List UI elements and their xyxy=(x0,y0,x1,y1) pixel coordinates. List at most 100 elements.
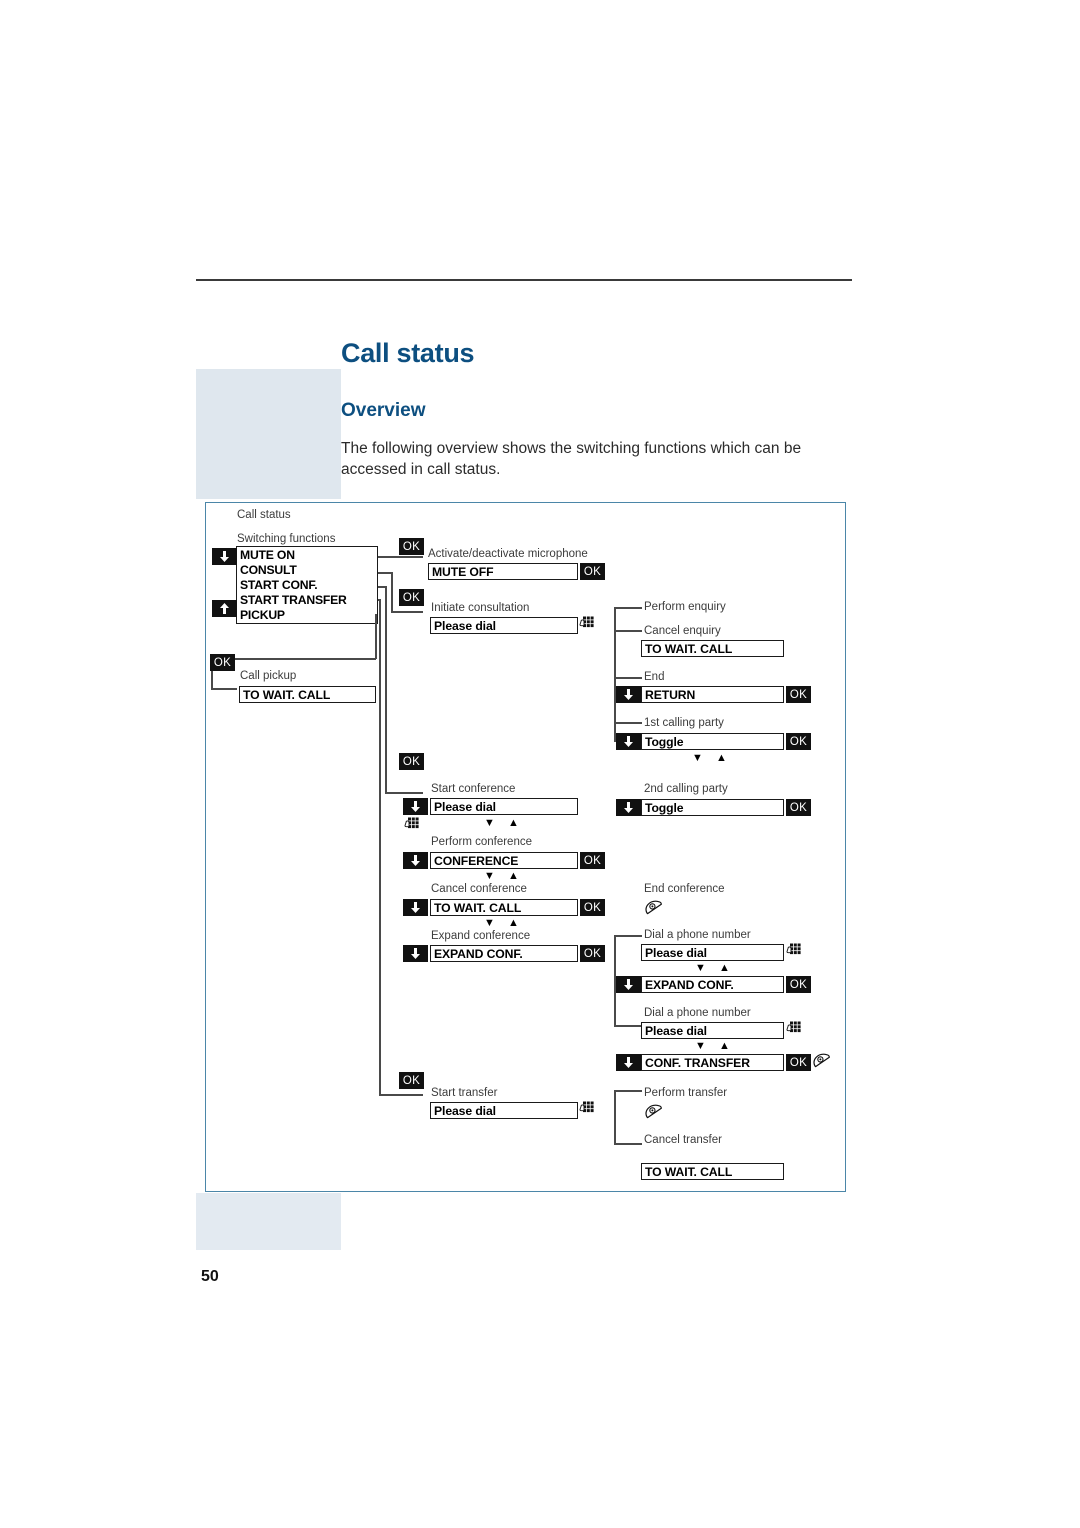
connector xyxy=(614,677,642,679)
down-arrow-key[interactable] xyxy=(616,976,641,993)
start-transfer-caption: Start transfer xyxy=(431,1087,498,1099)
connector xyxy=(614,630,642,632)
menu-item-start-transfer[interactable]: START TRANSFER xyxy=(240,593,377,608)
ok-key[interactable]: OK xyxy=(580,852,605,869)
down-arrow-key[interactable] xyxy=(616,799,641,816)
ok-key[interactable]: OK xyxy=(210,654,235,671)
connector xyxy=(614,722,642,724)
nav-triangles: ▼ ▲ xyxy=(695,962,735,974)
ok-key[interactable]: OK xyxy=(786,686,811,703)
down-arrow-key[interactable] xyxy=(616,1054,641,1071)
connector xyxy=(385,792,423,794)
perform-conference-display: CONFERENCE xyxy=(430,852,578,869)
handset-hangup-icon xyxy=(644,1104,663,1126)
ok-key[interactable]: OK xyxy=(786,799,811,816)
nav-triangles: ▼ ▲ xyxy=(692,752,732,764)
handset-hangup-icon xyxy=(812,1053,831,1075)
nav-triangles: ▼ ▲ xyxy=(484,917,524,929)
end-display: RETURN xyxy=(641,686,784,703)
down-arrow-key[interactable] xyxy=(616,733,641,750)
second-calling-party-display: Toggle xyxy=(641,799,784,816)
keypad-icon xyxy=(578,616,594,638)
ok-key[interactable]: OK xyxy=(399,538,424,555)
expand-conference-caption: Expand conference xyxy=(431,930,531,942)
ok-key[interactable]: OK xyxy=(786,733,811,750)
keypad-icon xyxy=(403,817,419,839)
ok-key[interactable]: OK xyxy=(399,753,424,770)
pickup-caption: Call pickup xyxy=(240,670,297,682)
conf-transfer-display: CONF. TRANSFER xyxy=(641,1054,784,1071)
connector xyxy=(614,1025,642,1027)
dial-phone-number-display: Please dial xyxy=(641,1022,784,1039)
down-arrow-key[interactable] xyxy=(212,548,237,565)
connector xyxy=(378,572,392,574)
ok-key[interactable]: OK xyxy=(580,563,605,580)
cancel-conference-caption: Cancel conference xyxy=(431,883,527,895)
menu-item-pickup[interactable]: PICKUP xyxy=(240,608,377,623)
down-arrow-key[interactable] xyxy=(403,899,428,916)
end-caption: End xyxy=(644,671,665,683)
connector xyxy=(614,1090,616,1145)
connector xyxy=(391,611,423,613)
side-band-bottom xyxy=(196,1193,341,1250)
expand-conf-display: EXPAND CONF. xyxy=(641,976,784,993)
start-conference-caption: Start conference xyxy=(431,783,516,795)
ok-key[interactable]: OK xyxy=(580,945,605,962)
connector xyxy=(614,935,642,937)
connector xyxy=(385,586,387,793)
connector xyxy=(211,688,237,690)
nav-triangles: ▼ ▲ xyxy=(484,817,524,829)
first-calling-party-display: Toggle xyxy=(641,733,784,750)
diagram-root-label: Call status xyxy=(237,509,291,521)
connector xyxy=(614,1143,642,1145)
menu-item-mute-on[interactable]: MUTE ON xyxy=(240,548,377,563)
second-calling-party-caption: 2nd calling party xyxy=(644,783,728,795)
cancel-transfer-display: TO WAIT. CALL xyxy=(641,1163,784,1180)
pickup-display: TO WAIT. CALL xyxy=(239,686,376,703)
ok-key[interactable]: OK xyxy=(399,589,424,606)
side-band-top xyxy=(196,369,341,499)
header-rule xyxy=(196,279,852,281)
section-heading: Overview xyxy=(341,400,426,421)
ok-key[interactable]: OK xyxy=(399,1072,424,1089)
connector xyxy=(378,556,423,558)
start-transfer-display: Please dial xyxy=(430,1102,578,1119)
dial-phone-number-display: Please dial xyxy=(641,944,784,961)
ok-key[interactable]: OK xyxy=(786,976,811,993)
handset-hangup-icon xyxy=(644,900,663,922)
switching-functions-menu[interactable]: MUTE ON CONSULT START CONF. START TRANSF… xyxy=(236,546,378,624)
ok-key[interactable]: OK xyxy=(786,1054,811,1071)
connector xyxy=(614,1090,642,1092)
keypad-icon xyxy=(785,1021,801,1043)
down-arrow-key[interactable] xyxy=(403,798,428,815)
menu-item-start-conf[interactable]: START CONF. xyxy=(240,578,377,593)
perform-enquiry-caption: Perform enquiry xyxy=(644,601,726,613)
connector xyxy=(375,614,377,659)
down-arrow-key[interactable] xyxy=(403,945,428,962)
page-title: Call status xyxy=(341,338,475,368)
down-arrow-key[interactable] xyxy=(616,686,641,703)
expand-conference-display: EXPAND CONF. xyxy=(430,945,578,962)
consult-caption: Initiate consultation xyxy=(431,602,530,614)
menu-item-consult[interactable]: CONSULT xyxy=(240,563,377,578)
connector xyxy=(379,1094,423,1096)
up-arrow-key[interactable] xyxy=(212,600,237,617)
connector xyxy=(379,599,381,1095)
dial-phone-number-caption: Dial a phone number xyxy=(644,1007,751,1019)
connector xyxy=(614,607,642,609)
connector xyxy=(391,572,393,612)
down-arrow-key[interactable] xyxy=(403,852,428,869)
connector xyxy=(211,658,376,660)
nav-triangles: ▼ ▲ xyxy=(695,1040,735,1052)
consult-display: Please dial xyxy=(430,617,578,634)
cancel-transfer-caption: Cancel transfer xyxy=(644,1134,722,1146)
cancel-enquiry-caption: Cancel enquiry xyxy=(644,625,721,637)
ok-key[interactable]: OK xyxy=(580,899,605,916)
start-conference-display: Please dial xyxy=(430,798,578,815)
end-conference-caption: End conference xyxy=(644,883,725,895)
mute-caption: Activate/deactivate microphone xyxy=(428,548,588,560)
cancel-enquiry-display: TO WAIT. CALL xyxy=(641,640,784,657)
dial-phone-number-caption: Dial a phone number xyxy=(644,929,751,941)
keypad-icon xyxy=(785,943,801,965)
mute-display: MUTE OFF xyxy=(428,563,578,580)
